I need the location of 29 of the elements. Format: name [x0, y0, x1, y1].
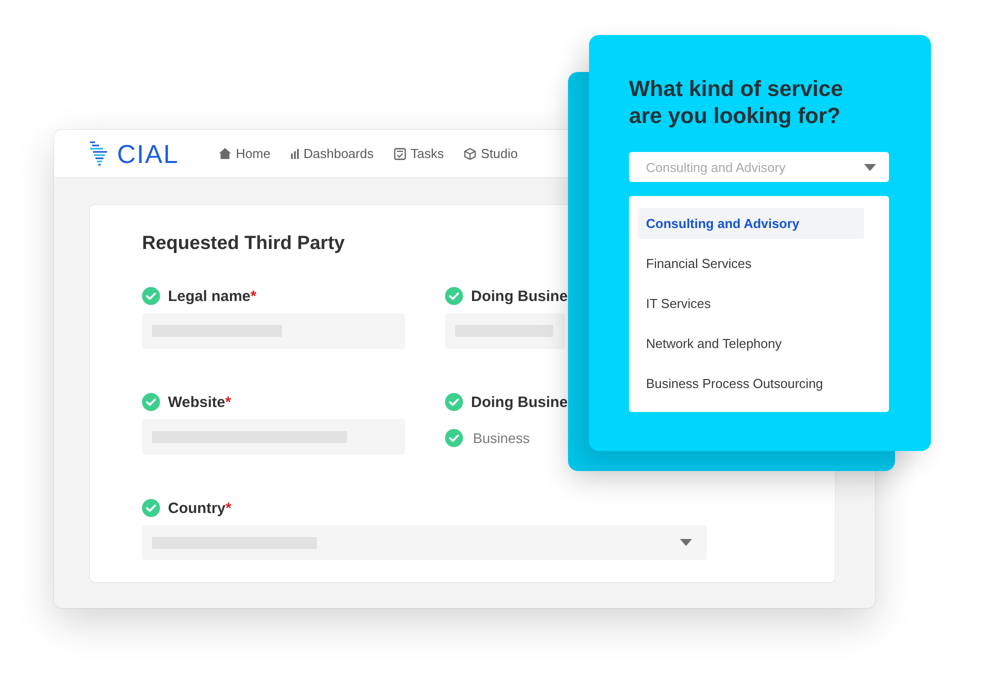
input-field[interactable] [142, 313, 405, 349]
dropdown-option[interactable]: Business Process Outsourcing [638, 368, 864, 399]
popup-question: What kind of service are you looking for? [629, 75, 844, 129]
dropdown-option[interactable]: Network and Telephony [638, 328, 864, 359]
bar-chart-icon [290, 148, 298, 158]
option-label: Business [473, 430, 530, 446]
field-label: Doing Busine [471, 394, 568, 410]
clipboard-check-icon [394, 148, 406, 160]
dropdown-option[interactable]: Financial Services [638, 248, 864, 279]
field-label: Doing Busine [471, 288, 568, 304]
nav-link[interactable]: Home [218, 146, 270, 161]
caret-down-icon [864, 164, 876, 170]
field-label: Country* [168, 500, 232, 516]
field-label: Website* [168, 394, 232, 410]
dropdown-option[interactable]: IT Services [638, 288, 864, 319]
select-field[interactable] [142, 525, 707, 560]
input-field[interactable] [445, 313, 565, 349]
nav-link[interactable]: Dashboards [290, 146, 374, 161]
field-label: Legal name* [168, 288, 256, 304]
caret-down-icon [680, 539, 692, 546]
nav-link[interactable]: Studio [464, 146, 518, 161]
home-icon [218, 148, 231, 159]
dropdown-option[interactable]: Consulting and Advisory [638, 208, 864, 239]
form-title: Requested Third Party [142, 232, 345, 256]
nav-link[interactable]: Tasks [394, 146, 444, 161]
input-field[interactable] [142, 419, 405, 455]
striped-funnel-icon [90, 140, 108, 166]
logo-wordmark: CIAL [117, 140, 179, 166]
cube-icon [464, 148, 476, 160]
